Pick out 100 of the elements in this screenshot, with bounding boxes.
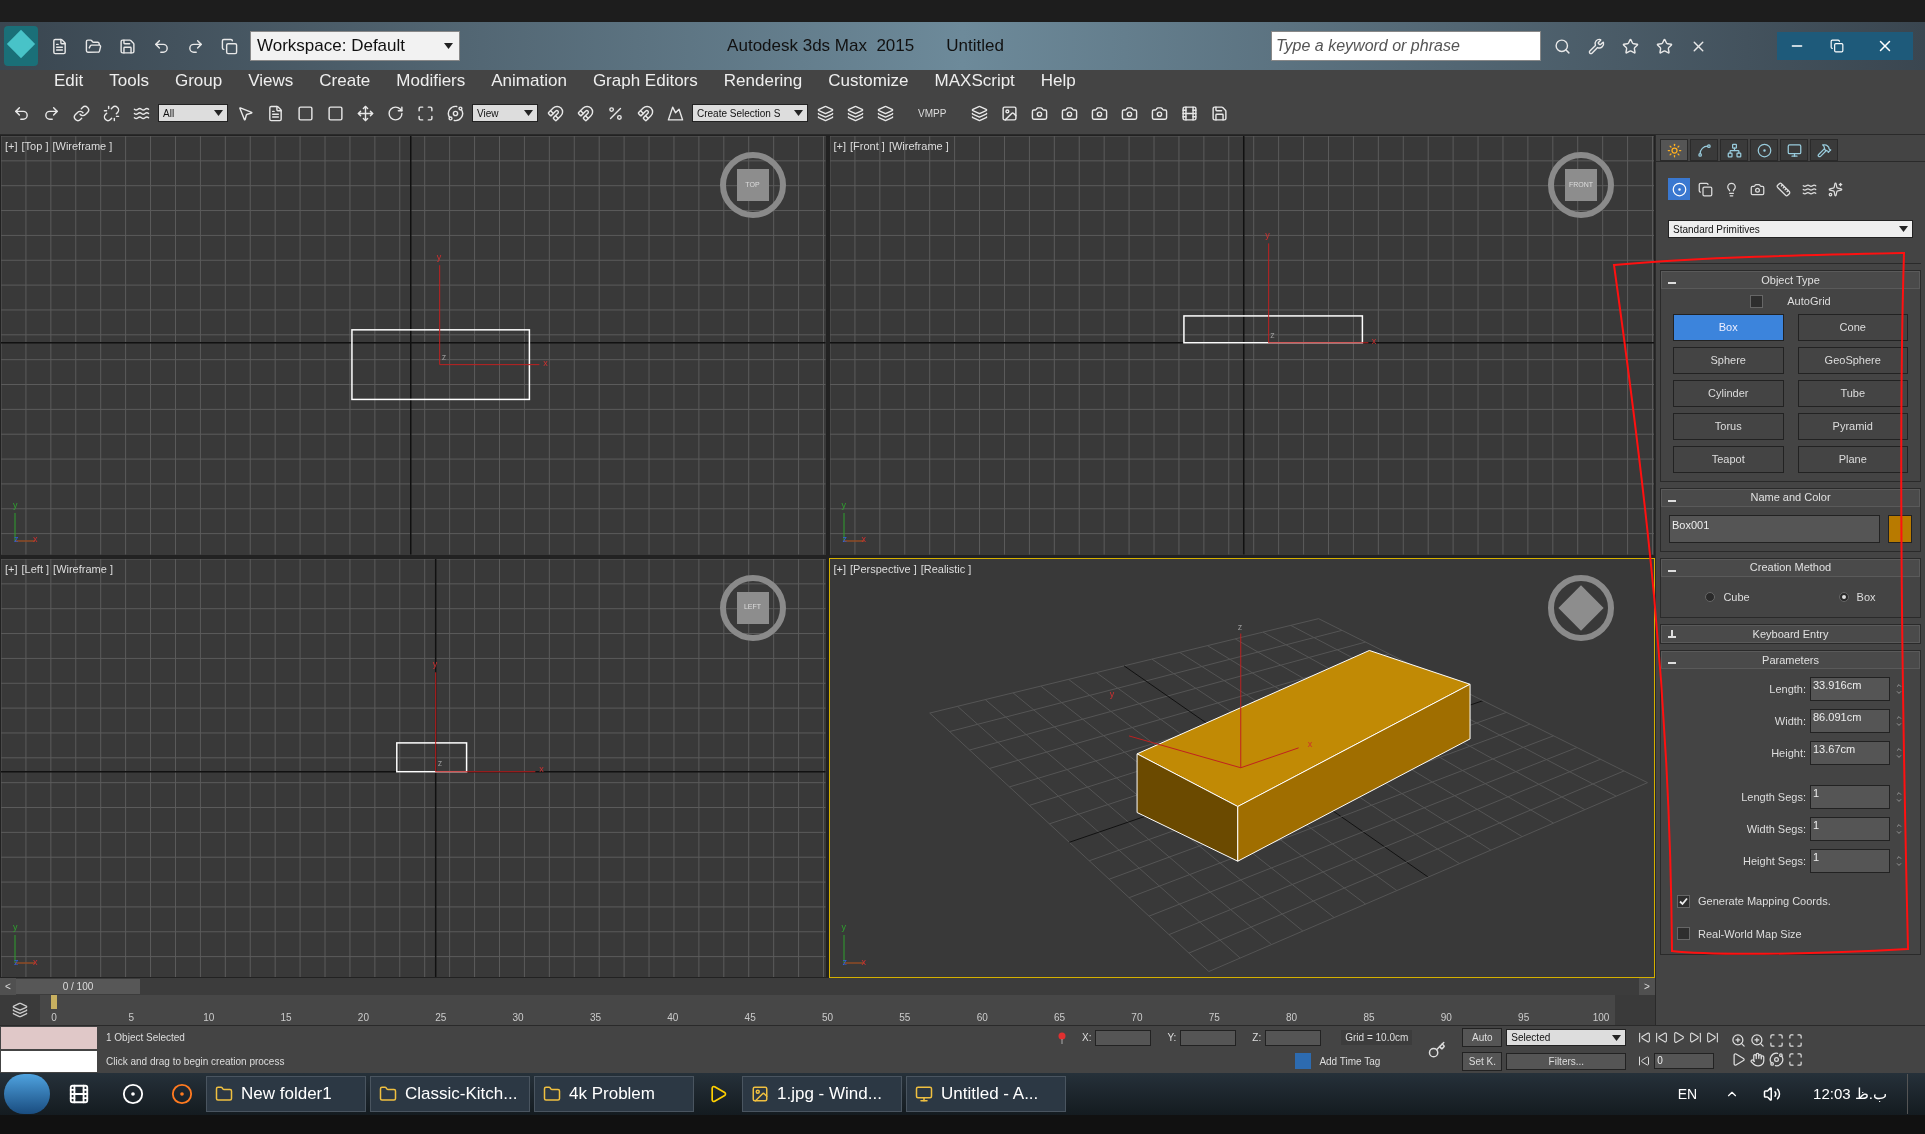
toolbar-icon[interactable]: [1621, 37, 1639, 55]
set-key-button[interactable]: Set K.: [1462, 1051, 1503, 1071]
toolbar-icon[interactable]: [1090, 104, 1108, 122]
viewcube[interactable]: [1548, 574, 1614, 641]
playback-icon[interactable]: [1638, 1030, 1652, 1044]
restore-icon[interactable]: [1830, 39, 1844, 53]
taskbar-window-button[interactable]: Untitled - A...: [906, 1076, 1066, 1112]
toolbar-icon[interactable]: [846, 104, 864, 122]
spinner-icon[interactable]: [1894, 682, 1904, 696]
primitive-button[interactable]: Tube: [1797, 379, 1908, 407]
start-button[interactable]: [4, 1074, 50, 1114]
navigation-icon[interactable]: [1769, 1032, 1785, 1048]
menu-item[interactable]: Modifiers: [396, 68, 466, 94]
selection-filter-dropdown[interactable]: All: [158, 104, 228, 122]
navigation-icon[interactable]: [1788, 1051, 1804, 1067]
menu-item[interactable]: Graph Editors: [592, 68, 698, 94]
key-icon[interactable]: [1428, 1040, 1447, 1059]
toolbar-icon[interactable]: [1060, 104, 1078, 122]
viewport[interactable]: [+] [Perspective ] [Realistic ] x y z x y z: [828, 557, 1655, 978]
toolbar-icon[interactable]: [1180, 104, 1198, 122]
toolbar-icon[interactable]: [1587, 37, 1605, 55]
navigation-icon[interactable]: [1769, 1051, 1785, 1067]
viewport-label-menu[interactable]: [Left ]: [21, 560, 50, 577]
viewport-label-menu[interactable]: [Top ]: [21, 138, 49, 155]
circle-icon[interactable]: [122, 1083, 144, 1105]
toolbar-icon[interactable]: [152, 37, 170, 55]
utilities-tab[interactable]: [1810, 139, 1838, 161]
viewport-label-menu[interactable]: [Front ]: [850, 138, 885, 155]
toolbar-icon[interactable]: [546, 104, 564, 122]
toolbar-icon[interactable]: [236, 104, 254, 122]
toolbar-icon[interactable]: [266, 104, 284, 122]
checkbox[interactable]: [1750, 294, 1764, 308]
parameter-field[interactable]: 1: [1810, 849, 1890, 873]
viewport-label-menu[interactable]: [Wireframe ]: [53, 560, 113, 577]
coordinate-field[interactable]: [1265, 1029, 1322, 1046]
primitive-button[interactable]: Teapot: [1673, 445, 1784, 473]
track-bar[interactable]: 0 5 10 15 20 25 30 35 40 45 50 55 60 65 70 75 80 85 90 95 100: [40, 995, 1615, 1025]
viewport-label-menu[interactable]: [Realistic ]: [920, 560, 972, 577]
radio-button[interactable]: [1705, 591, 1716, 602]
toolbar-icon[interactable]: [636, 104, 654, 122]
toolbar-icon[interactable]: [1553, 37, 1571, 55]
toolbar-icon[interactable]: [356, 104, 374, 122]
navigation-icon[interactable]: [1750, 1051, 1766, 1067]
toolbar-icon[interactable]: [42, 104, 60, 122]
toolbar-icon[interactable]: [72, 104, 90, 122]
auto-key-button[interactable]: Auto: [1462, 1028, 1503, 1048]
time-marker[interactable]: [51, 995, 57, 1009]
rollout-header[interactable]: Keyboard Entry: [1661, 625, 1920, 643]
menu-item[interactable]: Group: [175, 68, 223, 94]
modify-tab[interactable]: [1690, 139, 1718, 161]
key-filter-dropdown[interactable]: Selected: [1506, 1029, 1627, 1047]
radio-button[interactable]: [1838, 591, 1849, 602]
expand-icon[interactable]: [1668, 630, 1676, 638]
rollout-header[interactable]: Creation Method: [1661, 558, 1920, 577]
menu-item[interactable]: Edit: [54, 68, 84, 94]
toolbar-icon[interactable]: [1000, 104, 1018, 122]
primitive-button[interactable]: Cylinder: [1673, 379, 1784, 407]
add-time-tag-button[interactable]: Add Time Tag: [1319, 1053, 1413, 1069]
toolbar-icon[interactable]: [1120, 104, 1138, 122]
rollout-header[interactable]: Object Type: [1661, 271, 1920, 289]
rollout-header[interactable]: Parameters: [1661, 651, 1920, 669]
next-frame-button[interactable]: >: [1639, 978, 1655, 995]
named-selection-dropdown[interactable]: Create Selection S: [692, 104, 808, 122]
navigation-icon[interactable]: [1731, 1051, 1747, 1067]
toolbar-icon[interactable]: [220, 37, 238, 55]
playback-icon[interactable]: [1706, 1030, 1720, 1044]
toolbar-icon[interactable]: [1655, 37, 1673, 55]
time-slider-thumb[interactable]: 0 / 100: [16, 979, 140, 994]
maxscript-listener-field[interactable]: [1, 1027, 97, 1049]
parameter-field[interactable]: 86.091cm: [1810, 709, 1890, 733]
toolbar-icon[interactable]: [416, 104, 434, 122]
maxscript-listener-field[interactable]: [1, 1050, 97, 1072]
key-mode-icon[interactable]: [1638, 1054, 1651, 1067]
navigation-icon[interactable]: [1731, 1032, 1747, 1048]
display-tab[interactable]: [1780, 139, 1808, 161]
toolbar-icon[interactable]: [446, 104, 464, 122]
toolbar-icon[interactable]: [666, 104, 684, 122]
workspace-dropdown[interactable]: Workspace: Default: [250, 31, 460, 61]
geometry-category-icon[interactable]: [1668, 178, 1690, 200]
toolbar-icon[interactable]: [1030, 104, 1048, 122]
viewport-label-menu[interactable]: [+]: [5, 138, 18, 155]
toolbar-icon[interactable]: [296, 104, 314, 122]
taskbar-window-button[interactable]: 1.jpg - Wind...: [742, 1076, 902, 1112]
toolbar-icon[interactable]: [1150, 104, 1168, 122]
navigation-icon[interactable]: [1788, 1032, 1804, 1048]
playback-icon[interactable]: [1672, 1030, 1686, 1044]
menu-item[interactable]: Customize: [828, 68, 909, 94]
viewport-label-menu[interactable]: [Wireframe ]: [888, 138, 949, 155]
search-field[interactable]: Type a keyword or phrase: [1271, 31, 1541, 61]
parameter-field[interactable]: 13.67cm: [1810, 741, 1890, 765]
app-logo-icon[interactable]: [4, 26, 38, 66]
current-frame-field[interactable]: 0: [1654, 1052, 1715, 1069]
toolbar-icon[interactable]: [576, 104, 594, 122]
language-indicator[interactable]: EN: [1661, 1083, 1714, 1105]
film-icon[interactable]: [68, 1083, 90, 1105]
taskbar-window-button[interactable]: New folder1: [206, 1076, 366, 1112]
toolbar-icon[interactable]: [606, 104, 624, 122]
menu-item[interactable]: MAXScript: [934, 68, 1015, 94]
menu-item[interactable]: Tools: [109, 68, 149, 94]
browser-icon[interactable]: [171, 1083, 193, 1105]
